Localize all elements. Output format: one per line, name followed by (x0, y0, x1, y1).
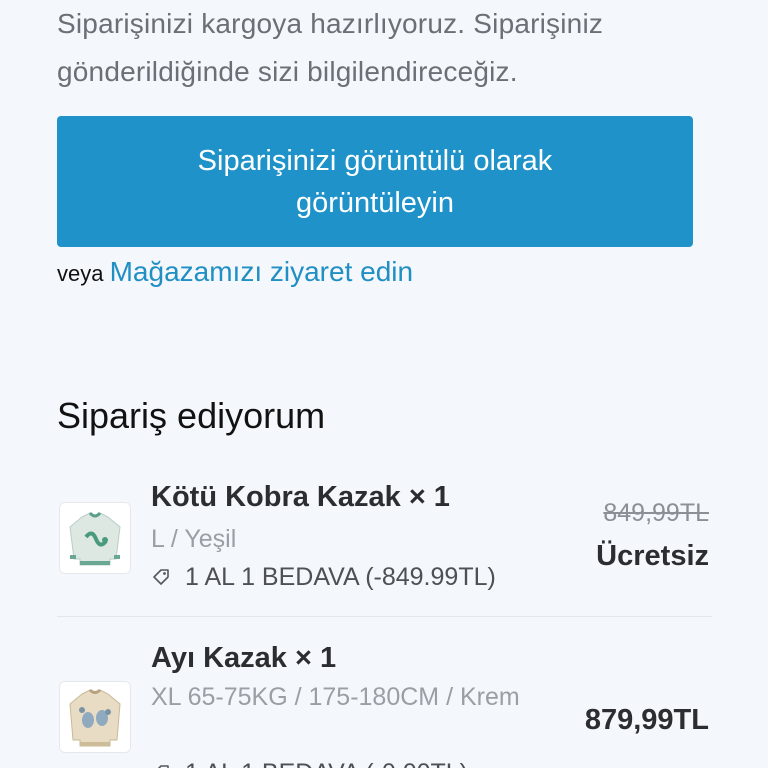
sweater-green-image (60, 503, 130, 573)
original-price: 849,99TL (603, 499, 709, 527)
item-price: Ücretsiz (596, 540, 709, 572)
order-item: Ayı Kazak × 1 XL 65-75KG / 175-180CM / K… (57, 636, 712, 768)
tag-icon (153, 569, 169, 585)
order-item: Kötü Kobra Kazak × 1 L / Yeşil 1 AL 1 BE… (57, 470, 712, 617)
visit-store-link[interactable]: Mağazamızı ziyaret edin (110, 256, 413, 287)
order-status-message: Siparişinizi kargoya hazırlıyoruz. Sipar… (57, 8, 604, 87)
product-thumbnail (59, 681, 131, 753)
item-name: Kötü Kobra Kazak × 1 (151, 481, 450, 513)
discount-text: 1 AL 1 BEDAVA (-849.99TL) (185, 563, 496, 591)
tag-icon (157, 765, 169, 768)
item-variant: L / Yeşil (151, 525, 237, 553)
product-thumbnail (59, 502, 131, 574)
item-discount: 1 AL 1 BEDAVA (-0.00TL) (151, 754, 468, 768)
order-status-page: Siparişinizi kargoya hazırlıyoruz. Sipar… (0, 0, 768, 768)
item-price: 879,99TL (584, 704, 709, 736)
alternative-action: veya Mağazamızı ziyaret edin (57, 250, 413, 296)
or-label: veya (57, 261, 104, 286)
item-discount: 1 AL 1 BEDAVA (-849.99TL) (151, 558, 496, 596)
item-variant: XL 65-75KG / 175-180CM / Krem (151, 683, 520, 711)
view-order-button[interactable]: Siparişinizi görüntülü olarak görüntüley… (57, 116, 693, 247)
discount-text: 1 AL 1 BEDAVA (-0.00TL) (185, 754, 468, 768)
item-name: Ayı Kazak × 1 (151, 642, 337, 674)
sweater-cream-image (60, 682, 130, 752)
order-summary-title: Sipariş ediyorum (57, 395, 326, 436)
